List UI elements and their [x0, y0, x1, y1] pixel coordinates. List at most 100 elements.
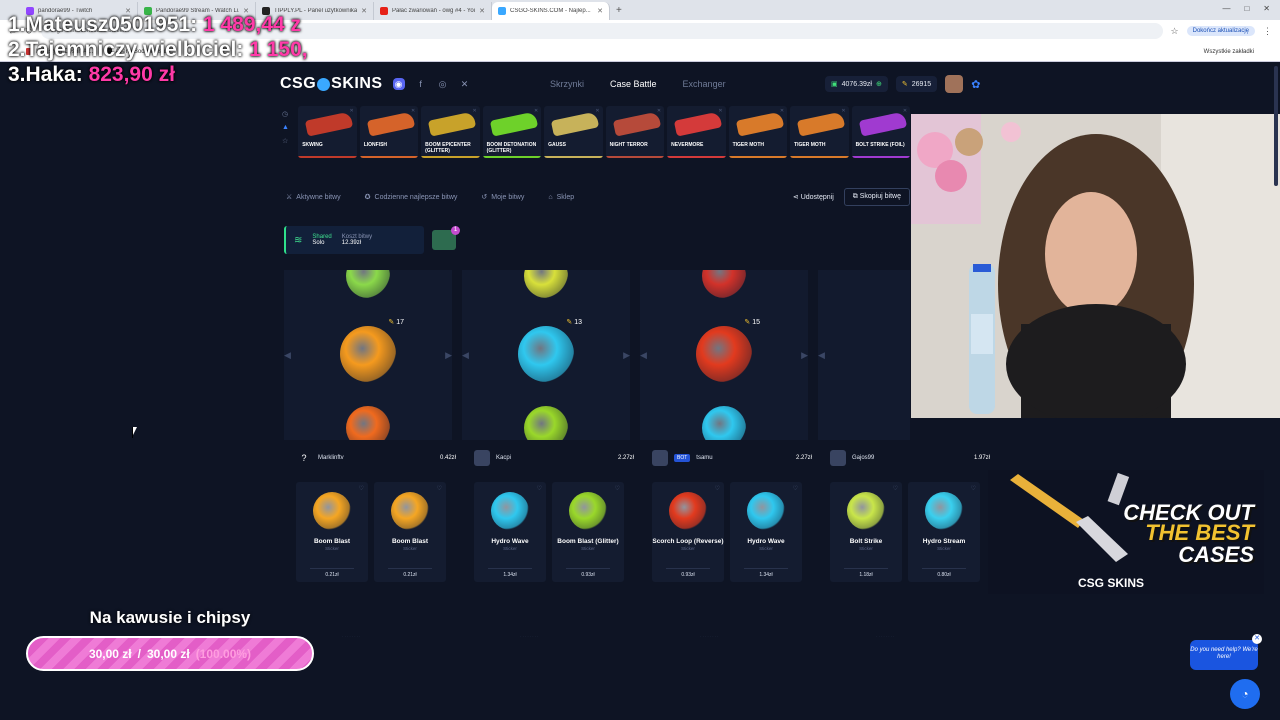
browser-tab[interactable]: Pałac zwariowań - owg #4 - You... ✕ — [374, 2, 492, 20]
item-card[interactable]: ♡ Hydro Wave Sticker 1.34zł — [730, 482, 802, 582]
drop-card[interactable]: LIONFISH ✕ — [359, 106, 419, 158]
help-bubble[interactable]: Do you need help? We're here! — [1190, 640, 1258, 670]
player-items: ♡ Boom Blast Sticker 0.21zł ♡ Boom Blast Stick… — [296, 482, 456, 582]
copy-battle-button[interactable]: ⧉ Skopiuj bitwę — [843, 188, 910, 206]
item-card[interactable]: ♡ Bolt Strike Sticker 1.18zł — [830, 482, 902, 582]
leaderboard-name: Tajemniczy wielbiciel: — [25, 38, 244, 62]
item-type: Sticker — [937, 545, 951, 551]
instagram-icon[interactable]: ◎ — [437, 78, 449, 90]
clock-icon[interactable]: ◷ — [282, 110, 295, 118]
weapon-image — [612, 111, 661, 137]
window-controls[interactable]: — □ ✕ — [1222, 4, 1270, 13]
nav-exchanger[interactable]: Exchanger — [683, 79, 726, 89]
drop-card[interactable]: GAUSS ✕ — [544, 106, 603, 158]
drop-card[interactable]: TIGER MOTH ✕ — [728, 106, 788, 158]
heart-icon[interactable]: ♡ — [359, 485, 364, 492]
filter-sklep[interactable]: ⌂ Sklep — [548, 194, 574, 201]
coins-pill[interactable]: ✎ 26915 — [895, 76, 938, 92]
battle-actions: ⋖ Udostępnij ⧉ Skopiuj bitwę — [793, 188, 910, 206]
player-name: Kacpi — [496, 455, 512, 461]
battle-reel: ◀ ▶ ✎ 15 — [640, 270, 808, 440]
drop-card[interactable]: BOOM DETONATION (GLITTER) ✕ — [482, 106, 542, 158]
sticker-image — [569, 492, 607, 530]
player-items: ♡ Bolt Strike Sticker 1.18zł ♡ Hydro Stream St… — [830, 482, 990, 582]
maximize-icon[interactable]: □ — [1244, 4, 1249, 13]
close-icon[interactable]: ✕ — [1263, 4, 1270, 13]
rarity-bar — [482, 156, 542, 158]
promo-banner[interactable]: CHECK OUT THE BEST CASES CSG SKINS — [988, 470, 1264, 594]
item-card[interactable]: ♡ Hydro Wave Sticker 1.34zł — [474, 482, 546, 582]
x-icon[interactable]: ✕ — [459, 78, 471, 90]
player-avatar[interactable] — [474, 450, 490, 466]
goal-target: 30,00 zł — [146, 646, 190, 661]
item-card[interactable]: ♡ Scorch Loop (Reverse) Sticker 0.93zł — [652, 482, 724, 582]
heart-icon[interactable]: ♡ — [615, 485, 620, 492]
star-icon[interactable]: ☆ — [282, 137, 295, 145]
browser-tab[interactable]: CSGO-SKINS.COM - Najlep... ✕ — [492, 2, 610, 20]
star-icon[interactable]: ☆ — [1171, 26, 1179, 37]
leaderboard-rank: 3. — [8, 63, 26, 87]
goal-separator: / — [137, 646, 141, 661]
reel-count: ✎ 17 — [388, 318, 404, 326]
mode-bottom: Solo — [312, 240, 325, 246]
tab-favicon-icon — [380, 7, 388, 15]
item-card[interactable]: ♡ Hydro Stream Sticker 0.80zł — [908, 482, 980, 582]
case-thumbnail[interactable] — [432, 226, 460, 250]
drop-card[interactable]: BOLT STRIKE (FOIL) ✕ — [851, 106, 911, 158]
update-button[interactable]: Dokończ aktualizację — [1186, 26, 1255, 36]
tab-close-icon[interactable]: ✕ — [597, 7, 603, 15]
shared-icon: ≋ — [294, 234, 303, 246]
main-nav: Skrzynki Case Battle Exchanger — [550, 79, 726, 89]
heart-icon[interactable]: ♡ — [793, 485, 798, 492]
user-avatar[interactable] — [945, 75, 964, 93]
player-avatar[interactable]: ? — [296, 450, 312, 466]
heart-icon[interactable]: ♡ — [437, 485, 442, 492]
filter-aktywne-bitwy[interactable]: ⚔ Aktywne bitwy — [286, 193, 341, 202]
player-total: 2.27zł — [617, 455, 634, 461]
add-funds-icon[interactable]: ⊕ — [876, 80, 882, 88]
item-card[interactable]: ♡ Boom Blast Sticker 0.21zł — [296, 482, 368, 582]
heart-icon[interactable]: ♡ — [537, 485, 542, 492]
drop-card[interactable]: BOOM EPICENTER (GLITTER) ✕ — [421, 106, 480, 158]
discord-icon[interactable]: ◉ — [392, 78, 405, 90]
nav-skrzynki[interactable]: Skrzynki — [550, 79, 584, 89]
wallet-icon: ▣ — [831, 81, 838, 88]
heart-icon[interactable]: ♡ — [971, 485, 976, 492]
item-card[interactable]: ♡ Boom Blast (Glitter) Sticker 0.93zł — [552, 482, 624, 582]
player-avatar[interactable] — [830, 450, 846, 466]
close-icon[interactable]: ✕ — [1252, 634, 1262, 644]
facebook-icon[interactable]: f — [415, 78, 427, 90]
tab-close-icon[interactable]: ✕ — [361, 7, 367, 15]
balance-pill[interactable]: ▣ 4076.39zł ⊕ — [825, 76, 888, 92]
item-name: Hydro Wave — [747, 538, 785, 545]
sticker-image — [702, 406, 746, 440]
battle-filters: ⚔ Aktywne bitwy ✪ Codzienne najlepsze bitwy… — [286, 186, 910, 208]
drop-card[interactable]: NEVERMORE ✕ — [667, 106, 726, 158]
gear-icon[interactable]: ✿ — [971, 78, 980, 91]
logo-o-icon — [317, 77, 331, 91]
arrow-left-icon: ◀ — [640, 350, 647, 360]
item-type: Sticker — [503, 545, 517, 551]
nav-case-battle[interactable]: Case Battle — [610, 79, 657, 89]
item-card[interactable]: ♡ Boom Blast Sticker 0.21zł — [374, 482, 446, 582]
chat-button[interactable]: ◔ — [1230, 679, 1260, 709]
minimize-icon[interactable]: — — [1222, 4, 1230, 13]
page-scrollbar[interactable] — [1274, 66, 1278, 186]
drop-name: LIONFISH — [363, 142, 388, 148]
all-bookmarks[interactable]: Wszystkie zakładki — [1204, 49, 1254, 55]
tab-close-icon[interactable]: ✕ — [479, 7, 485, 15]
share-button[interactable]: ⋖ Udostępnij — [793, 193, 834, 201]
new-tab-button[interactable]: + — [610, 2, 628, 20]
drop-card[interactable]: NIGHT TERROR ✕ — [605, 106, 665, 158]
weapon-image — [305, 111, 354, 137]
drop-card[interactable]: SKWING ✕ — [298, 106, 357, 158]
thumb-icon[interactable]: ▲ — [282, 124, 295, 131]
player-avatar[interactable] — [652, 450, 668, 466]
heart-icon[interactable]: ♡ — [893, 485, 898, 492]
heart-icon[interactable]: ♡ — [715, 485, 720, 492]
filter-moje-bitwy[interactable]: ↺ Moje bitwy — [481, 193, 524, 202]
filter-codzienne-najlepsze-bitwy[interactable]: ✪ Codzienne najlepsze bitwy — [365, 193, 458, 202]
item-price: 1.34zł — [730, 568, 802, 578]
drop-card[interactable]: TIGER MOTH ✕ — [790, 106, 849, 158]
menu-icon[interactable]: ⋮ — [1263, 26, 1272, 37]
